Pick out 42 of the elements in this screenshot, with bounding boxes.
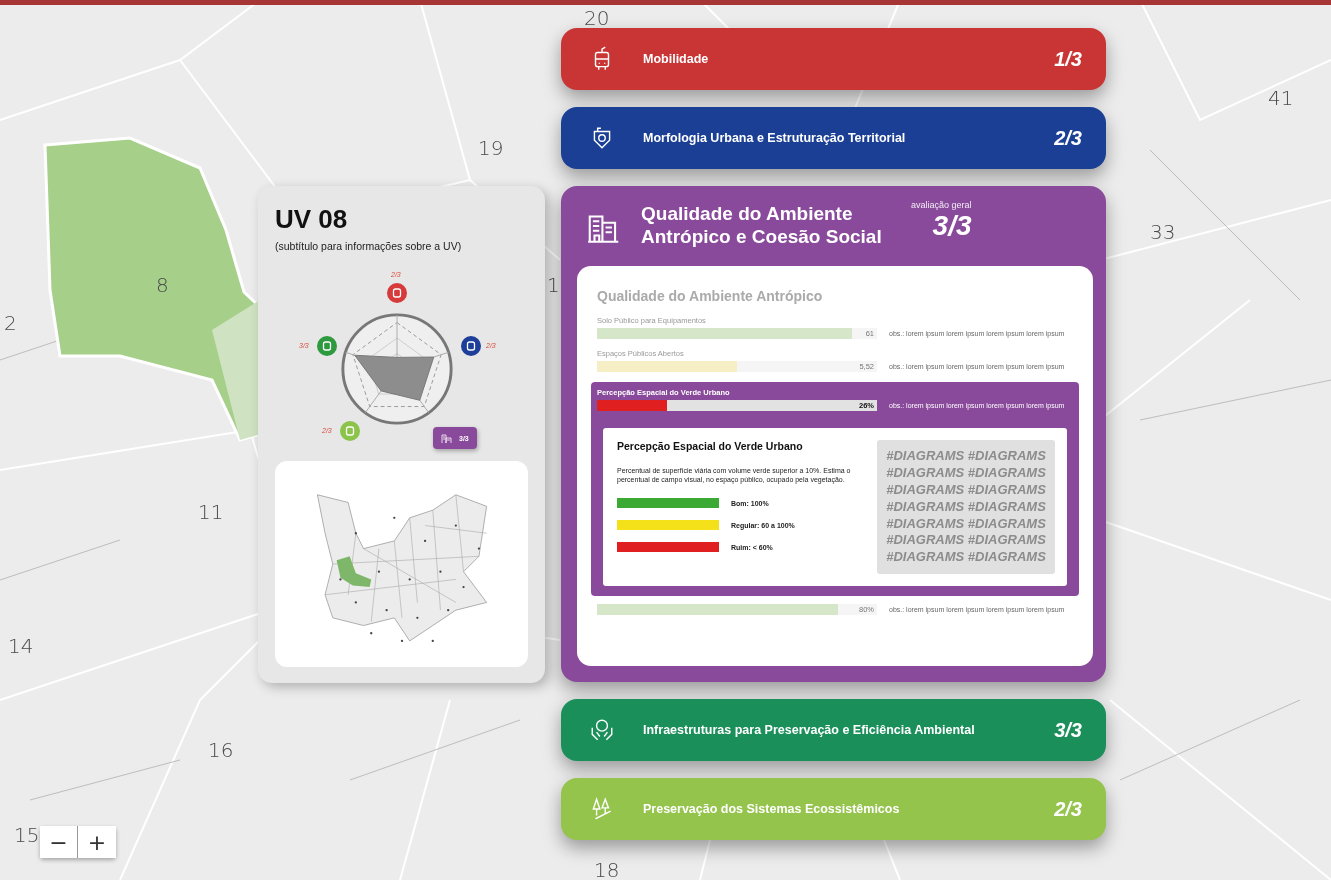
score-label: 3/3 — [932, 210, 972, 242]
score-label: 3/3 — [1054, 718, 1082, 742]
score-label: 2/3 — [1054, 797, 1082, 821]
score-caption: avaliação geral — [911, 200, 972, 210]
region-number: 18 — [594, 860, 620, 880]
region-number: 14 — [8, 636, 34, 656]
category-title: Infraestruturas para Preservação e Eficiência Ambiental — [643, 723, 976, 737]
placeholder-text: #DIAGRAMS #DIAGRAMS — [886, 498, 1046, 516]
card-subtitle: (subtítulo para informações sobre a UV) — [275, 240, 463, 252]
placeholder-text: #DIAGRAMS #DIAGRAMS — [886, 532, 1046, 550]
placeholder-text: #DIAGRAMS #DIAGRAMS — [886, 549, 1046, 567]
placeholder-text: #DIAGRAMS #DIAGRAMS — [886, 515, 1046, 533]
region-number: 15 — [14, 825, 40, 845]
region-number: 2 — [4, 313, 17, 333]
placeholder-text: #DIAGRAMS #DIAGRAMS — [886, 464, 1046, 482]
card-title: UV 08 — [275, 206, 349, 232]
indicator-highlight[interactable] — [591, 382, 1079, 597]
category-card[interactable] — [561, 186, 1106, 682]
category-title: Qualidade do Ambiente Antrópico e Coesão Social — [641, 203, 883, 249]
category-card[interactable]: Morfologia Urbana e Estruturação Territorial 2/3 — [561, 107, 1106, 169]
detail-title: Percepção Espacial do Verde Urbano — [617, 440, 804, 452]
region-number: 8 — [156, 275, 169, 295]
category-card[interactable]: Infraestruturas para Preservação e Eficiência Ambiental 3/3 — [561, 699, 1106, 761]
panel-title: Qualidade do Ambiente Antrópico — [597, 288, 824, 304]
score-label: 1/3 — [1054, 47, 1082, 71]
region-number: 16 — [208, 740, 234, 760]
score-label: 2/3 — [1054, 126, 1082, 150]
category-card[interactable]: Mobilidade 1/3 — [561, 28, 1106, 90]
category-title: Mobilidade — [643, 52, 710, 66]
region-number: 1 — [547, 275, 560, 295]
buildings-icon — [441, 432, 453, 444]
region-number: 20 — [584, 8, 610, 28]
region-number: 11 — [198, 502, 224, 522]
placeholder-text: #DIAGRAMS #DIAGRAMS — [886, 481, 1046, 499]
category-title: Preservação dos Sistemas Ecossistêmicos — [643, 802, 901, 816]
placeholder-text: #DIAGRAMS #DIAGRAMS — [886, 448, 1046, 465]
zoom-out-button[interactable]: − — [40, 826, 78, 858]
region-number: 41 — [1268, 88, 1294, 108]
region-number: 19 — [478, 138, 504, 158]
zoom-in-button[interactable]: + — [78, 826, 116, 858]
region-number: 33 — [1150, 222, 1176, 242]
category-title: Morfologia Urbana e Estruturação Territorial — [643, 131, 907, 145]
